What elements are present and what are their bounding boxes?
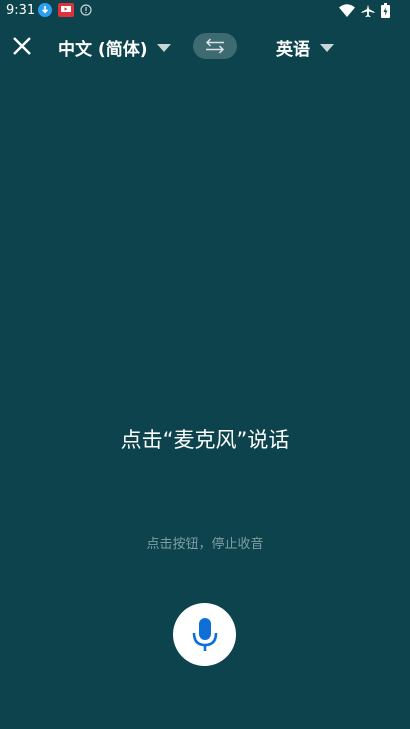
status-bar: 9:31 [0,0,410,24]
speak-prompt: 点击“麦克风”说话 [120,428,290,452]
target-language-label: 英语 [276,40,310,60]
toolbar: 中文 (简体) 英语 [0,24,410,70]
status-time: 9:31 [6,3,36,18]
wifi-icon [339,4,355,17]
airplane-icon [361,4,375,18]
status-right-icons [339,3,390,18]
source-language-label: 中文 (简体) [58,40,148,60]
swap-languages-button[interactable] [193,33,237,59]
download-icon [38,3,52,17]
close-button[interactable] [8,32,36,60]
swap-icon [204,38,226,54]
alert-icon [80,4,92,16]
close-icon [12,36,32,56]
microphone-icon [192,617,218,652]
notification-app-icon [58,3,74,17]
chevron-down-icon [320,43,334,52]
chevron-down-icon [157,43,172,52]
target-language-dropdown[interactable]: 英语 [276,35,334,60]
battery-icon [381,3,390,18]
microphone-button[interactable] [173,603,236,666]
status-left-icons [38,3,92,17]
source-language-dropdown[interactable]: 中文 (简体) [58,35,172,60]
stop-hint: 点击按钮，停止收音 [146,537,264,552]
